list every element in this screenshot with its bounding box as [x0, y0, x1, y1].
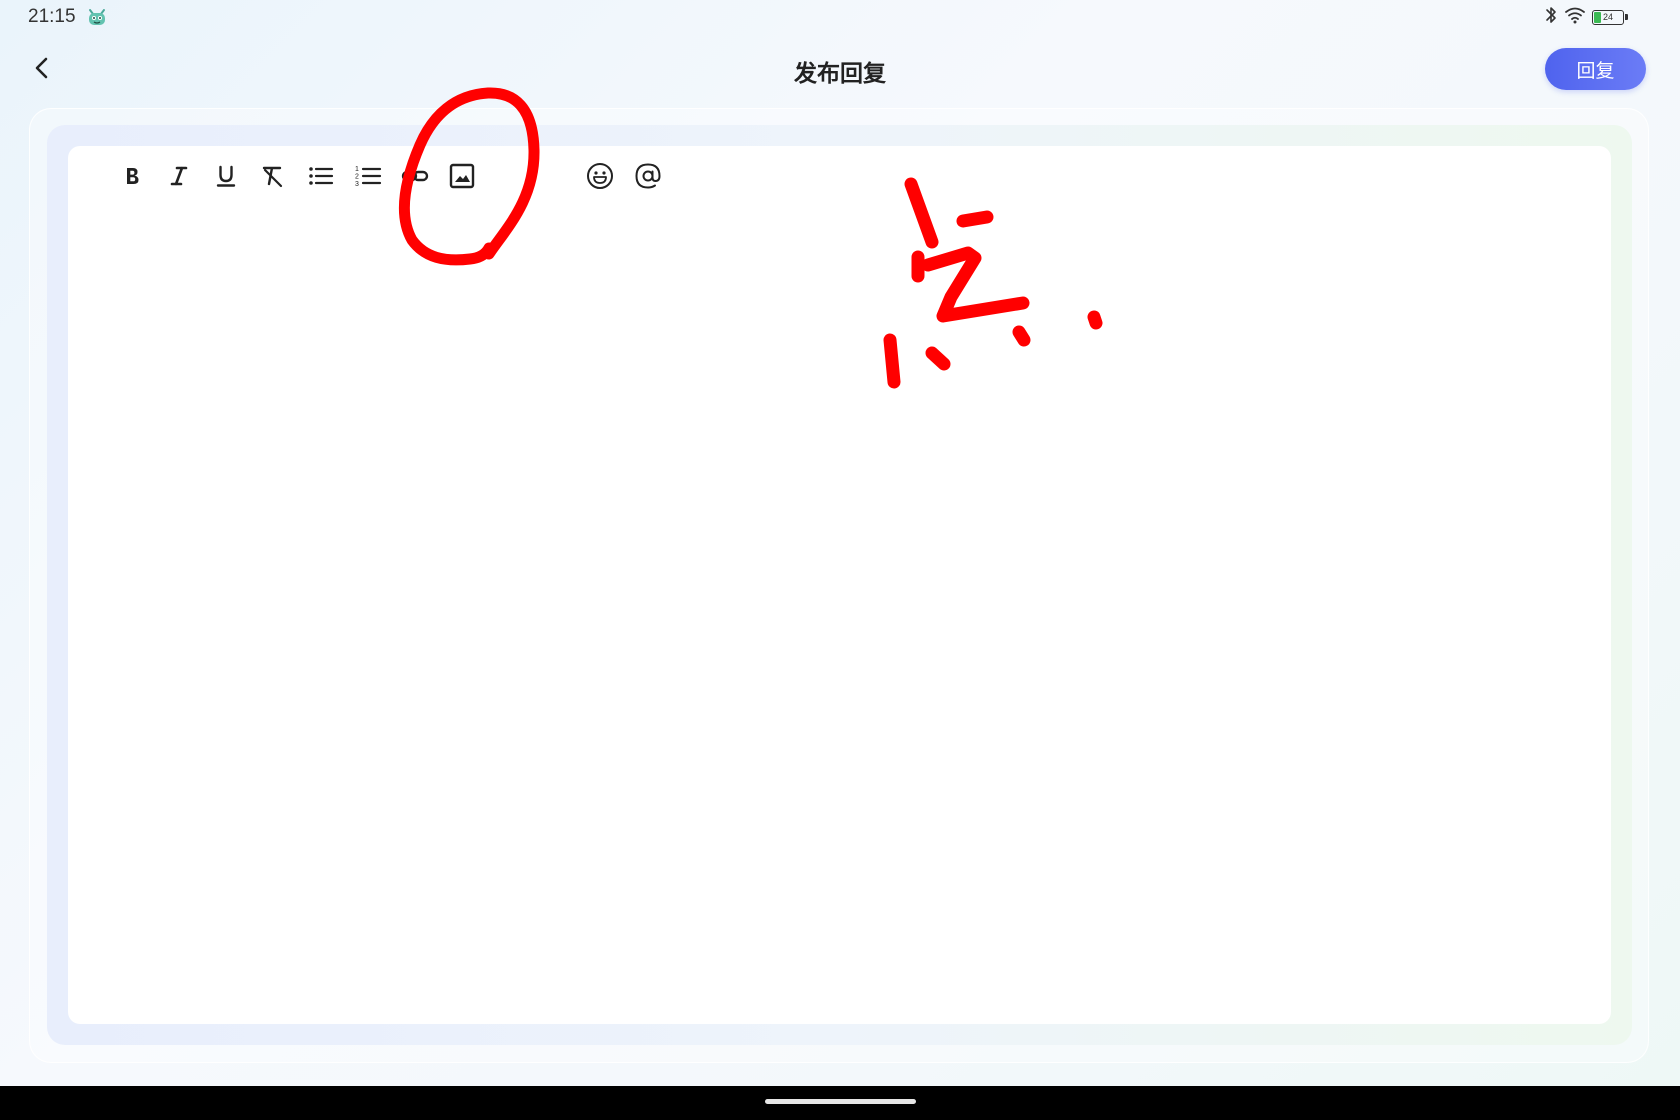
- at-sign-icon: [634, 162, 662, 194]
- bulleted-list-button[interactable]: [303, 160, 339, 196]
- numbered-list-icon: 1 2 3: [354, 163, 382, 193]
- italic-button[interactable]: [161, 160, 197, 196]
- robot-face-icon: [86, 7, 108, 27]
- battery-level: 24: [1602, 11, 1613, 22]
- svg-text:1: 1: [355, 166, 359, 173]
- image-button[interactable]: [444, 160, 480, 196]
- header: 发布回复 回复: [0, 40, 1680, 100]
- underline-icon: [214, 164, 238, 192]
- status-time: 21:15: [28, 6, 76, 27]
- clear-format-icon: [260, 163, 286, 193]
- link-button[interactable]: [397, 160, 433, 196]
- italic-icon: [167, 164, 191, 192]
- bold-button[interactable]: [114, 160, 150, 196]
- wifi-icon: [1564, 6, 1586, 28]
- battery-tip: [1625, 14, 1628, 20]
- editor-toolbar: 1 2 3: [114, 160, 814, 196]
- bluetooth-icon: [1544, 5, 1558, 29]
- emoji-icon: [586, 162, 614, 194]
- svg-text:3: 3: [355, 181, 359, 188]
- status-icons: 24: [1544, 6, 1628, 28]
- rich-text-editor: 1 2 3: [68, 146, 1611, 1024]
- link-icon: [401, 164, 429, 192]
- editor-content[interactable]: [114, 216, 1565, 994]
- emoji-button[interactable]: [582, 160, 618, 196]
- svg-text:2: 2: [355, 174, 359, 181]
- page-title: 发布回复: [794, 61, 886, 87]
- system-navigation-bar: [0, 1086, 1680, 1120]
- underline-button[interactable]: [208, 160, 244, 196]
- battery-icon: 24: [1592, 9, 1624, 25]
- numbered-list-button[interactable]: 1 2 3: [350, 160, 386, 196]
- reply-button[interactable]: 回复: [1545, 48, 1646, 90]
- clear-format-button[interactable]: [255, 160, 291, 196]
- status-bar: 21:15 24: [0, 0, 1680, 36]
- bold-icon: [120, 164, 144, 192]
- bulleted-list-icon: [307, 164, 335, 192]
- home-indicator[interactable]: [765, 1099, 916, 1104]
- mention-button[interactable]: [630, 160, 666, 196]
- image-icon: [449, 163, 475, 193]
